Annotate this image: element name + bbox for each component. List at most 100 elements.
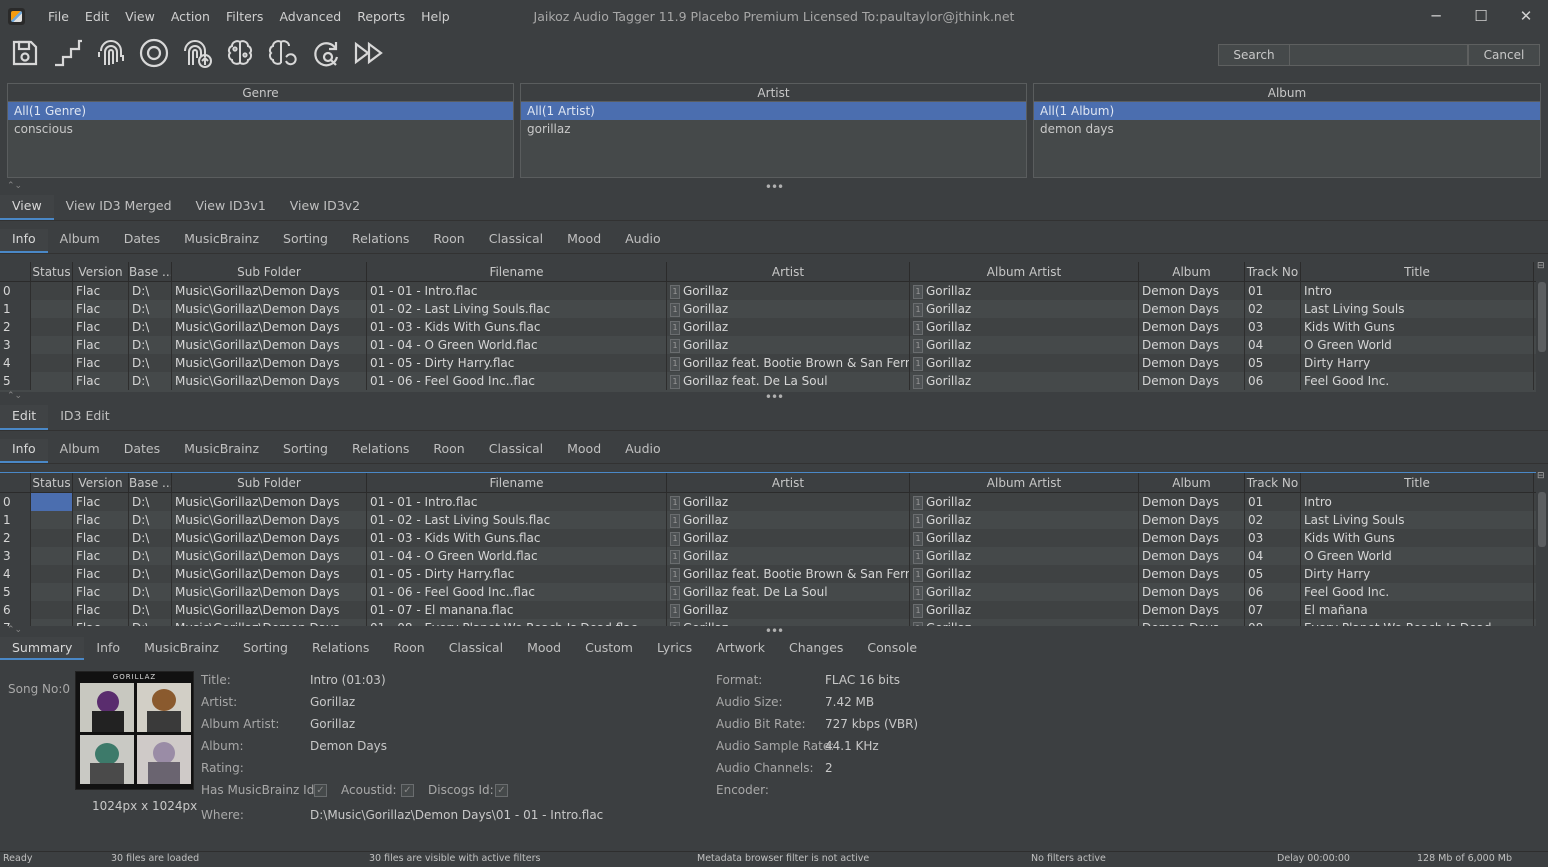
cell-version[interactable]: Flac xyxy=(73,493,129,511)
view-table[interactable]: Status Version Base ... Sub Folder Filename A… xyxy=(0,262,1536,392)
cell-track-no[interactable]: 03 xyxy=(1245,318,1301,336)
column-header-album[interactable]: Album xyxy=(1139,262,1245,281)
cell-status[interactable] xyxy=(31,300,73,318)
cell-filename[interactable]: 01 - 03 - Kids With Guns.flac xyxy=(367,529,667,547)
cell-title[interactable]: Intro xyxy=(1301,493,1534,511)
cell-status[interactable] xyxy=(31,529,73,547)
multi-value-badge[interactable]: 1 xyxy=(913,513,923,528)
column-header-base[interactable]: Base ... xyxy=(129,262,172,281)
cell-artist[interactable]: 1Gorillaz xyxy=(667,619,910,626)
table-row[interactable]: 1 Flac D:\ Music\Gorillaz\Demon Days 01 - 02… xyxy=(0,511,1536,529)
multi-value-badge[interactable]: 1 xyxy=(670,567,680,582)
menu-view[interactable]: View xyxy=(117,0,163,33)
cell-row-number[interactable]: 5 xyxy=(0,372,31,390)
summary-tab[interactable]: Info xyxy=(84,637,132,660)
column-header-filename[interactable]: Filename xyxy=(367,473,667,492)
cell-artist[interactable]: 1 Gorillaz feat. De La Soul xyxy=(667,372,910,390)
summary-tab[interactable]: Changes xyxy=(777,637,855,660)
cell-album[interactable]: Demon Days xyxy=(1139,619,1245,626)
cell-sub-folder[interactable]: Music\Gorillaz\Demon Days xyxy=(172,601,367,619)
cell-filename[interactable]: 01 - 02 - Last Living Souls.flac xyxy=(367,300,667,318)
table-row[interactable]: 0 Flac D:\ Music\Gorillaz\Demon Days 01 - 01… xyxy=(0,282,1536,300)
cell-album[interactable]: Demon Days xyxy=(1139,601,1245,619)
fingerprint-icon[interactable] xyxy=(94,36,128,70)
multi-value-badge[interactable]: 1 xyxy=(913,585,923,600)
menu-file[interactable]: File xyxy=(40,0,77,33)
cell-album[interactable]: Demon Days xyxy=(1139,354,1245,372)
cell-filename[interactable]: 01 - 03 - Kids With Guns.flac xyxy=(367,318,667,336)
cell-version[interactable]: Flac xyxy=(73,354,129,372)
summary-tab[interactable]: Custom xyxy=(573,637,645,660)
multi-value-badge[interactable]: 1 xyxy=(913,320,923,335)
column-header-title[interactable]: Title xyxy=(1301,262,1534,281)
fast-forward-icon[interactable] xyxy=(352,36,386,70)
cell-album-artist[interactable]: 1Gorillaz xyxy=(910,601,1139,619)
cell-track-no[interactable]: 04 xyxy=(1245,336,1301,354)
cell-track-no[interactable]: 06 xyxy=(1245,583,1301,601)
album-item[interactable]: demon days xyxy=(1034,120,1540,138)
column-header-version[interactable]: Version xyxy=(73,262,129,281)
cell-filename[interactable]: 01 - 07 - El manana.flac xyxy=(367,601,667,619)
cell-artist[interactable]: 1Gorillaz xyxy=(667,547,910,565)
column-header-filename[interactable]: Filename xyxy=(367,262,667,281)
cell-artist[interactable]: 1Gorillaz xyxy=(667,493,910,511)
multi-value-badge[interactable]: 1 xyxy=(913,302,923,317)
cell-sub-folder[interactable]: Music\Gorillaz\Demon Days xyxy=(172,619,367,626)
column-chooser-icon[interactable]: ⊟ xyxy=(1537,472,1545,481)
cell-status[interactable] xyxy=(31,318,73,336)
cell-artist[interactable]: 1Gorillaz feat. Bootie Brown & San Ferna… xyxy=(667,354,910,372)
cell-filename[interactable]: 01 - 06 - Feel Good Inc..flac xyxy=(367,583,667,601)
multi-value-badge[interactable]: 1 xyxy=(913,356,923,371)
cell-artist[interactable]: 1Gorillaz feat. Bootie Brown & San Ferna… xyxy=(667,565,910,583)
cell-album[interactable]: Demon Days xyxy=(1139,336,1245,354)
cell-version[interactable]: Flac xyxy=(73,282,129,300)
summary-tab[interactable]: Lyrics xyxy=(645,637,704,660)
has-musicbrainz-checkbox[interactable]: ✓ xyxy=(314,784,327,797)
search-input[interactable] xyxy=(1290,44,1468,66)
multi-value-badge[interactable]: 1 xyxy=(913,549,923,564)
cell-album[interactable]: Demon Days xyxy=(1139,583,1245,601)
summary-tab[interactable]: MusicBrainz xyxy=(132,637,231,660)
table-row[interactable]: 6 Flac D:\ Music\Gorillaz\Demon Days 01 - 07… xyxy=(0,601,1536,619)
multi-value-badge[interactable]: 1 xyxy=(913,284,923,299)
cell-version[interactable]: Flac xyxy=(73,372,129,390)
column-header-sub-folder[interactable]: Sub Folder xyxy=(172,262,367,281)
cell-filename[interactable]: 01 - 08 - Every Planet We Reach Is Dead.… xyxy=(367,619,667,626)
cell-filename[interactable]: 01 - 05 - Dirty Harry.flac xyxy=(367,354,667,372)
multi-value-badge[interactable]: 1 xyxy=(913,603,923,618)
cell-version[interactable]: Flac xyxy=(73,529,129,547)
cell-sub-folder[interactable]: Music\Gorillaz\Demon Days xyxy=(172,583,367,601)
column-header-title[interactable]: Title xyxy=(1301,473,1534,492)
menu-action[interactable]: Action xyxy=(163,0,218,33)
cell-track-no[interactable]: 05 xyxy=(1245,354,1301,372)
cell-sub-folder[interactable]: Music\Gorillaz\Demon Days xyxy=(172,336,367,354)
cell-row-number[interactable]: 3 xyxy=(0,547,31,565)
cell-track-no[interactable]: 08 xyxy=(1245,619,1301,626)
cell-album-artist[interactable]: 1Gorillaz xyxy=(910,318,1139,336)
cell-album-artist[interactable]: 1Gorillaz xyxy=(910,619,1139,626)
cell-base[interactable]: D:\ xyxy=(129,619,172,626)
save-icon[interactable] xyxy=(8,36,42,70)
view-field-tab[interactable]: Classical xyxy=(477,229,555,253)
cell-title[interactable]: Feel Good Inc. xyxy=(1301,372,1534,390)
table-row[interactable]: 3 Flac D:\ Music\Gorillaz\Demon Days 01 - 04… xyxy=(0,547,1536,565)
column-header-version[interactable]: Version xyxy=(73,473,129,492)
menu-reports[interactable]: Reports xyxy=(349,0,413,33)
column-header-artist[interactable]: Artist xyxy=(667,262,910,281)
cell-status[interactable] xyxy=(31,601,73,619)
column-header-row-number[interactable] xyxy=(0,262,31,281)
cell-base[interactable]: D:\ xyxy=(129,336,172,354)
cell-title[interactable]: Kids With Guns xyxy=(1301,318,1534,336)
cell-base[interactable]: D:\ xyxy=(129,318,172,336)
cell-row-number[interactable]: 1 xyxy=(0,511,31,529)
table-row[interactable]: 1 Flac D:\ Music\Gorillaz\Demon Days 01 - 02… xyxy=(0,300,1536,318)
multi-value-badge[interactable]: 1 xyxy=(670,320,680,335)
cell-base[interactable]: D:\ xyxy=(129,529,172,547)
cell-sub-folder[interactable]: Music\Gorillaz\Demon Days xyxy=(172,300,367,318)
genre-item[interactable]: All(1 Genre) xyxy=(8,102,513,120)
cell-version[interactable]: Flac xyxy=(73,336,129,354)
cell-sub-folder[interactable]: Music\Gorillaz\Demon Days xyxy=(172,529,367,547)
cell-title[interactable]: Every Planet We Reach Is Dead xyxy=(1301,619,1534,626)
cell-status[interactable] xyxy=(31,583,73,601)
multi-value-badge[interactable]: 1 xyxy=(913,338,923,353)
